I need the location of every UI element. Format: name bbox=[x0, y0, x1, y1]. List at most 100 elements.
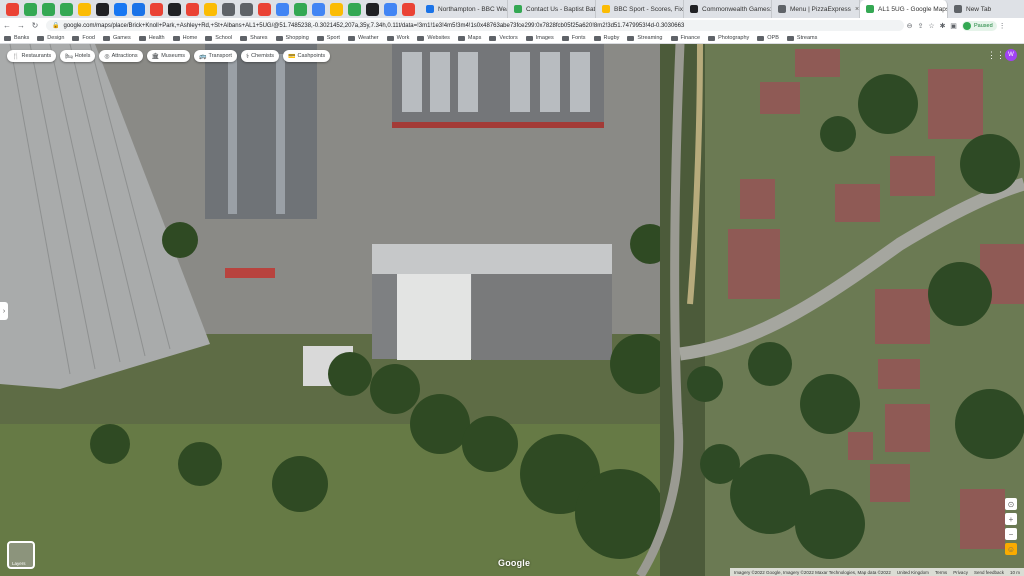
bookmark-label: Streams bbox=[796, 35, 818, 41]
bookmark-folder[interactable]: Vectors bbox=[489, 35, 518, 41]
coin-icon[interactable] bbox=[78, 2, 91, 16]
browser-tab[interactable]: New Tab× bbox=[948, 0, 1024, 18]
bookmark-folder[interactable]: School bbox=[205, 35, 232, 41]
shield-icon[interactable] bbox=[6, 2, 19, 16]
zoom-icon[interactable]: ⊖ bbox=[904, 22, 915, 30]
bookmark-folder[interactable]: Banks bbox=[4, 35, 29, 41]
attribution-item[interactable]: Terms bbox=[935, 570, 947, 575]
bookmark-label: Games bbox=[112, 35, 131, 41]
reload-icon[interactable]: ↻ bbox=[28, 21, 42, 30]
chip-transport[interactable]: 🚌 Transport bbox=[194, 50, 237, 62]
bookmark-label: Home bbox=[182, 35, 198, 41]
bookmark-folder[interactable]: Rugby bbox=[593, 35, 619, 41]
pencil-icon[interactable] bbox=[150, 2, 163, 16]
account-avatar[interactable]: W bbox=[1005, 49, 1017, 61]
bookmark-folder[interactable]: Health bbox=[138, 35, 165, 41]
square-icon[interactable] bbox=[168, 2, 181, 16]
forward-icon[interactable]: → bbox=[14, 21, 28, 30]
extensions-icon[interactable]: ✱ bbox=[937, 22, 948, 30]
pin-icon[interactable] bbox=[294, 2, 307, 16]
flag-icon[interactable] bbox=[330, 2, 343, 16]
tab-title: New Tab bbox=[966, 5, 992, 13]
address-bar[interactable]: 🔒 google.com/maps/place/Brick+Knoll+Park… bbox=[46, 20, 904, 31]
share-icon[interactable]: ⇪ bbox=[915, 22, 926, 30]
tab-title: BBC Sport - Scores, Fixtur bbox=[614, 5, 684, 13]
chip-restaurants[interactable]: 🍴 Restaurants bbox=[7, 50, 57, 62]
ticket-icon[interactable] bbox=[402, 2, 415, 16]
bookmark-folder[interactable]: Websites bbox=[417, 35, 450, 41]
ghost-icon[interactable] bbox=[240, 2, 253, 16]
browser-tab[interactable]: Northampton - BBC Weath× bbox=[420, 0, 508, 18]
chip-attractions[interactable]: ◎ Attractions bbox=[99, 50, 143, 62]
attribution-item[interactable]: Privacy bbox=[953, 570, 968, 575]
profile-button[interactable]: Paused bbox=[962, 20, 997, 31]
shield-icon[interactable] bbox=[24, 2, 37, 16]
lock-icon: 🔒 bbox=[52, 23, 60, 29]
bookmark-folder[interactable]: Streams bbox=[786, 35, 818, 41]
chip-icon: 💳 bbox=[288, 53, 296, 60]
bookmark-folder[interactable]: Home bbox=[172, 35, 198, 41]
play-icon[interactable] bbox=[186, 2, 199, 16]
layers-button[interactable]: Layers bbox=[7, 541, 35, 569]
bookmark-folder[interactable]: Weather bbox=[347, 35, 379, 41]
facebook-icon[interactable] bbox=[114, 2, 127, 16]
bookmark-label: Vectors bbox=[499, 35, 518, 41]
folder-icon bbox=[417, 35, 425, 41]
book-icon[interactable] bbox=[384, 2, 397, 16]
bookmark-folder[interactable]: OPB bbox=[757, 35, 779, 41]
menu-icon[interactable]: ⋮ bbox=[997, 22, 1008, 30]
bookmark-folder[interactable]: Food bbox=[72, 35, 95, 41]
bookmark-star-icon[interactable]: ☆ bbox=[926, 22, 937, 30]
shield-icon[interactable] bbox=[348, 2, 361, 16]
pegman-icon[interactable]: ☺ bbox=[1005, 543, 1017, 555]
apps-grid-icon[interactable]: ⋮⋮ bbox=[987, 50, 1005, 61]
bookmark-folder[interactable]: Games bbox=[102, 35, 131, 41]
attribution-item[interactable]: Send feedback bbox=[974, 570, 1004, 575]
zoom-out-button[interactable]: − bbox=[1005, 528, 1017, 540]
sidebar-icon[interactable]: ▣ bbox=[948, 22, 959, 30]
bookmark-folder[interactable]: Maps bbox=[457, 35, 481, 41]
shield-icon[interactable] bbox=[42, 2, 55, 16]
zoom-in-button[interactable]: + bbox=[1005, 513, 1017, 525]
bookmark-folder[interactable]: Design bbox=[37, 35, 64, 41]
chip-museums[interactable]: 🏛 Museums bbox=[146, 50, 191, 62]
bookmark-folder[interactable]: Fonts bbox=[561, 35, 586, 41]
browser-tab[interactable]: Commonwealth Games: Bi× bbox=[684, 0, 772, 18]
favicon-icon bbox=[954, 5, 962, 13]
bookmark-folder[interactable]: Finance bbox=[670, 35, 700, 41]
cloud-icon[interactable] bbox=[276, 2, 289, 16]
drive-icon[interactable] bbox=[132, 2, 145, 16]
browser-tab[interactable]: BBC Sport - Scores, Fixtur× bbox=[596, 0, 684, 18]
favicon-icon bbox=[602, 5, 610, 13]
tv-icon[interactable] bbox=[366, 2, 379, 16]
tab-title: Northampton - BBC Weath bbox=[438, 5, 508, 13]
chip-chemists[interactable]: ⚕ Chemists bbox=[240, 50, 280, 62]
attribution-item: United Kingdom bbox=[896, 569, 929, 575]
attribution-bar: Imagery ©2022 Google, Imagery ©2022 Maxa… bbox=[729, 568, 1024, 576]
chip-cashpoints[interactable]: 💳 Cashpoints bbox=[283, 50, 331, 62]
dot-icon[interactable] bbox=[96, 2, 109, 16]
bookmark-folder[interactable]: Shopping bbox=[275, 35, 309, 41]
cloud-icon[interactable] bbox=[312, 2, 325, 16]
bookmark-folder[interactable]: Sport bbox=[316, 35, 340, 41]
satellite-map[interactable]: 🍴 Restaurants 🛏 Hotels ◎ Attractions 🏛 Museums 🚌… bbox=[0, 44, 1024, 576]
browser-tab[interactable]: Menu | PizzaExpress × bbox=[772, 0, 860, 18]
dash-icon[interactable] bbox=[222, 2, 235, 16]
compass-icon[interactable]: ⊙ bbox=[1005, 498, 1017, 510]
bookmark-folder[interactable]: Work bbox=[386, 35, 409, 41]
circle-icon[interactable] bbox=[204, 2, 217, 16]
chip-hotels[interactable]: 🛏 Hotels bbox=[60, 50, 96, 62]
back-icon[interactable]: ← bbox=[0, 21, 14, 30]
chip-icon: ◎ bbox=[104, 53, 110, 60]
star-icon[interactable] bbox=[258, 2, 271, 16]
shield-icon[interactable] bbox=[60, 2, 73, 16]
browser-tab[interactable]: Contact Us - Baptist Bath× bbox=[508, 0, 596, 18]
bookmark-folder[interactable]: Images bbox=[525, 35, 554, 41]
collapse-panel-button[interactable]: › bbox=[0, 302, 8, 320]
bookmark-folder[interactable]: Photography bbox=[708, 35, 749, 41]
bookmark-folder[interactable]: Streaming bbox=[627, 35, 663, 41]
close-tab-icon[interactable]: × bbox=[851, 6, 859, 13]
bookmark-folder[interactable]: Shares bbox=[240, 35, 268, 41]
browser-tab[interactable]: AL1 5UG - Google Maps× bbox=[860, 0, 948, 18]
tab-strip: Northampton - BBC Weath×Contact Us - Bap… bbox=[0, 0, 1024, 18]
